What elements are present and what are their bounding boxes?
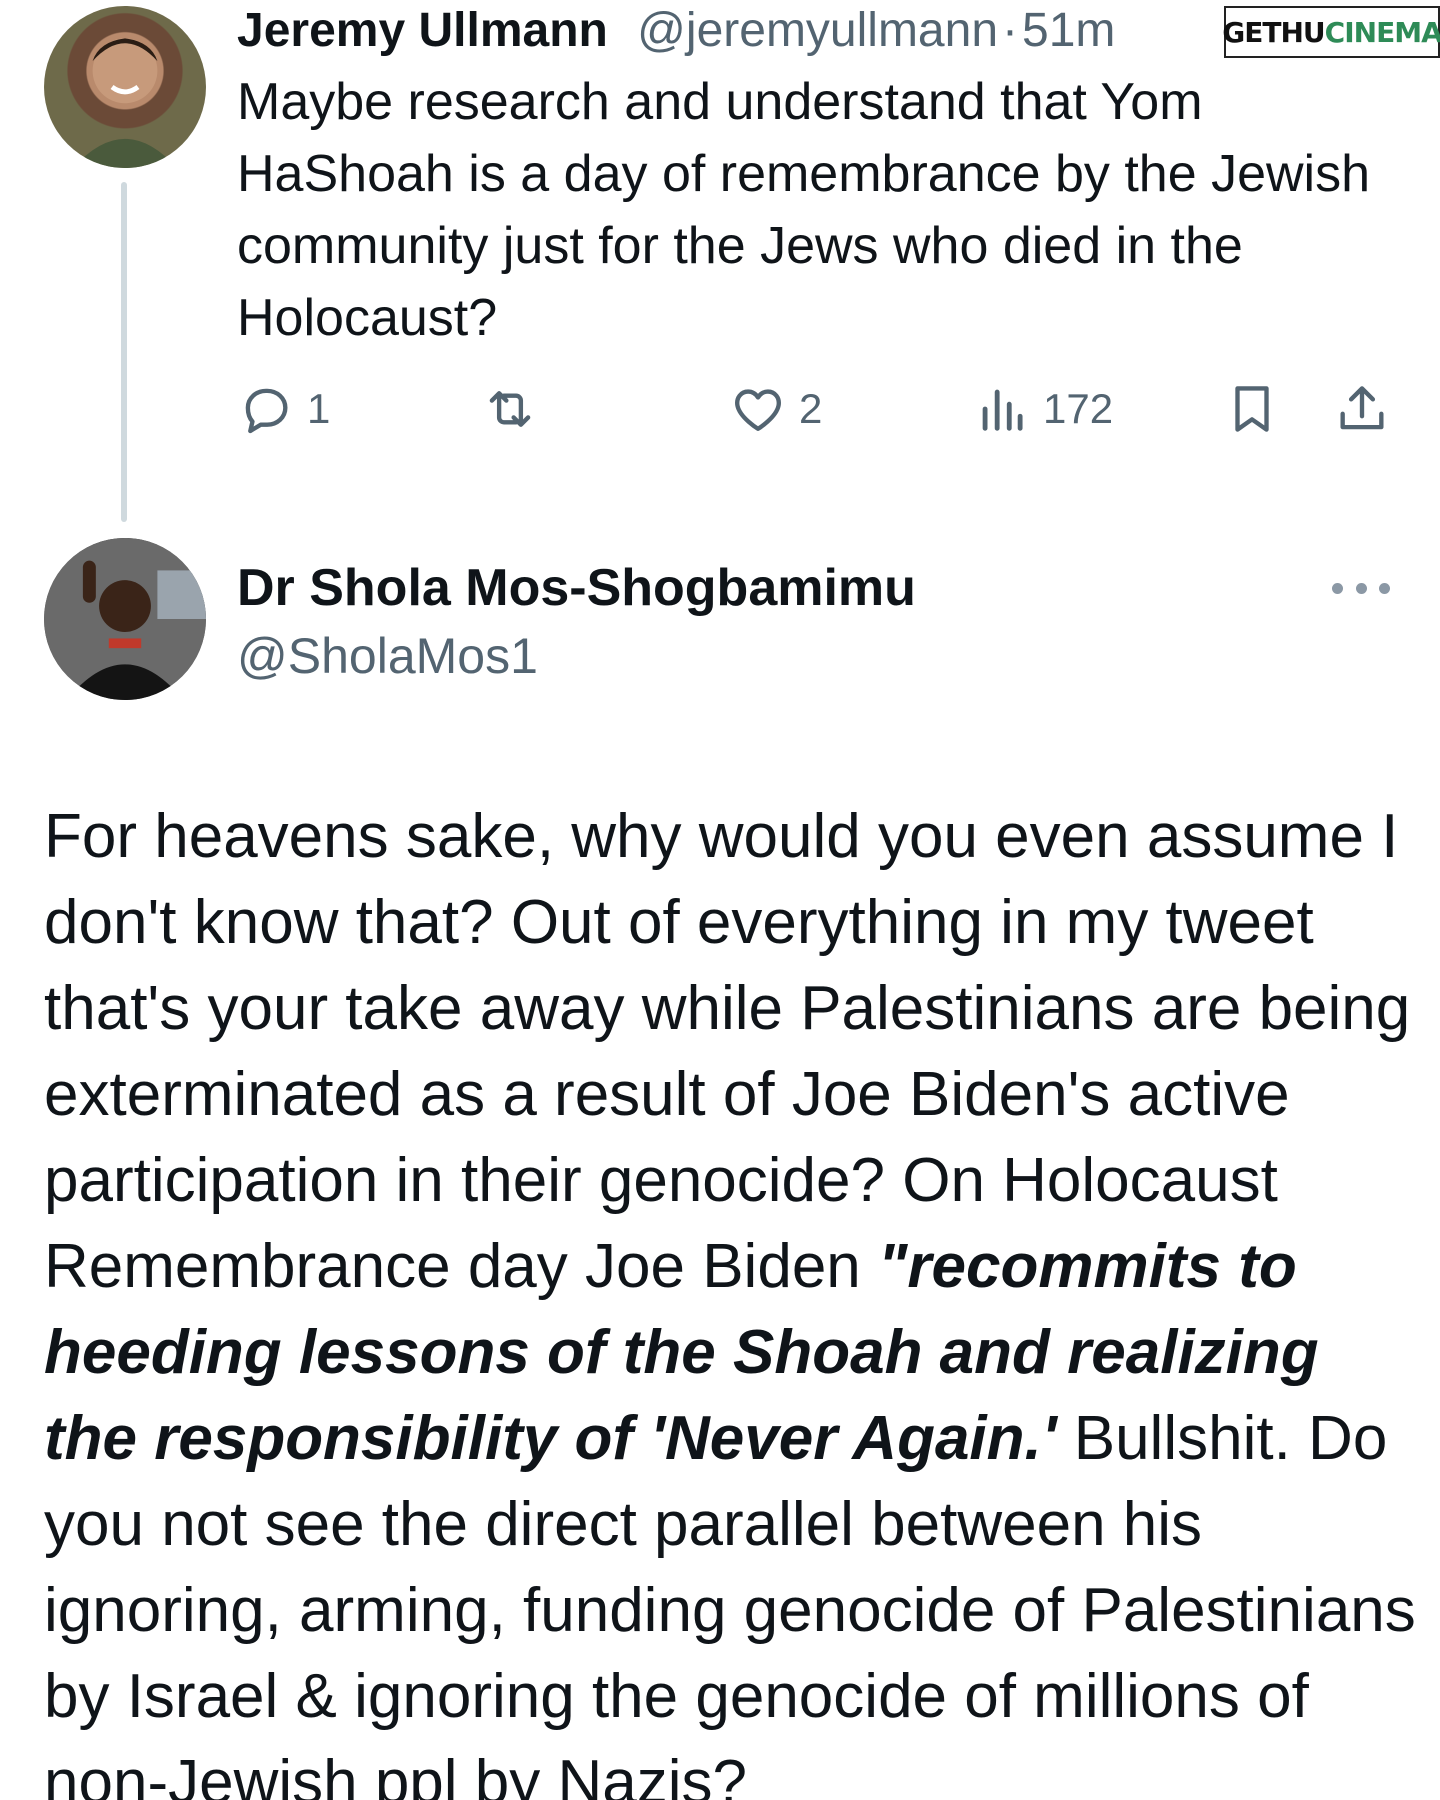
parent-tweet-header: Jeremy Ullmann @jeremyullmann·51m (237, 2, 1115, 60)
reply-author-handle[interactable]: @SholaMos1 (237, 624, 538, 688)
watermark-logo: GETHU CINEMA (1222, 6, 1440, 58)
parent-author-avatar[interactable] (44, 6, 206, 168)
reply-button[interactable]: 1 (237, 380, 330, 438)
avatar-image (44, 538, 206, 700)
bookmark-icon (1235, 386, 1269, 432)
reply-author-avatar[interactable] (44, 538, 206, 700)
parent-tweet-time[interactable]: 51m (1022, 4, 1115, 57)
more-options-button[interactable] (1332, 570, 1390, 606)
parent-tweet-actions: 1 2 172 (237, 380, 1397, 450)
views-button[interactable]: 172 (973, 380, 1113, 438)
parent-author-handle[interactable]: @jeremyullmann (637, 4, 998, 57)
parent-author-name[interactable]: Jeremy Ullmann (237, 4, 608, 57)
avatar-image (73, 38, 177, 168)
speech-bubble-icon (245, 388, 288, 434)
retweet-button[interactable] (481, 380, 539, 438)
header-separator: · (1002, 4, 1018, 57)
more-dots-icon (1379, 582, 1390, 594)
like-count: 2 (799, 385, 823, 432)
parent-tweet-text: Maybe research and understand that Yom H… (237, 73, 1371, 347)
thread-connector-line (121, 182, 127, 522)
share-button[interactable] (1333, 380, 1391, 438)
reply-text-part1: For heavens sake, why would you even ass… (44, 802, 1411, 1301)
share-icon (1340, 386, 1384, 430)
heart-icon (735, 389, 781, 431)
more-dots-icon (1355, 582, 1367, 594)
watermark-part2: CINEMA (1324, 15, 1440, 49)
bookmark-button[interactable] (1223, 380, 1281, 438)
reply-count: 1 (307, 385, 331, 432)
bar-chart-icon (982, 389, 1023, 431)
like-button[interactable]: 2 (729, 380, 822, 438)
reply-tweet-text: For heavens sake, why would you even ass… (44, 794, 1424, 1800)
views-count: 172 (1043, 385, 1114, 432)
watermark-part1: GETHU (1222, 15, 1325, 49)
more-dots-icon (1332, 582, 1343, 594)
retweet-icon (489, 391, 531, 427)
reply-author-name[interactable]: Dr Shola Mos-Shogbamimu (237, 556, 916, 620)
